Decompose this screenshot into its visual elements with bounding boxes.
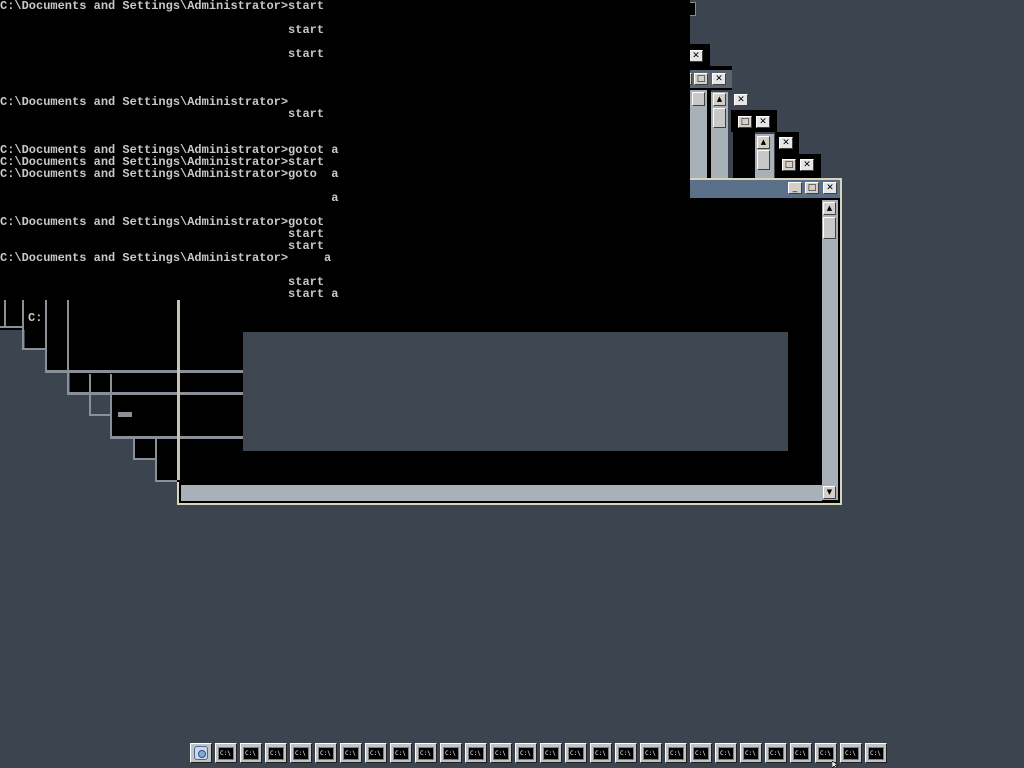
cmd-icon: C:\	[568, 746, 584, 760]
maximize-icon[interactable]: □	[694, 73, 708, 85]
scroll-up-arrow[interactable]: ▲	[757, 136, 770, 149]
scrollbar-thumb[interactable]	[757, 150, 770, 170]
taskbar-cmd-button[interactable]: C:\	[465, 743, 487, 763]
taskbar-cmd-button[interactable]: C:\	[315, 743, 337, 763]
taskbar-cmd-button[interactable]: C:\	[340, 743, 362, 763]
taskbar-cmd-button[interactable]: C:\	[615, 743, 637, 763]
taskbar-cmd-button[interactable]: C:\	[265, 743, 287, 763]
taskbar-cmd-button[interactable]: C:\	[540, 743, 562, 763]
taskbar-cmd-button[interactable]: C:\	[740, 743, 762, 763]
close-icon[interactable]: ✕	[734, 94, 748, 106]
cmd-icon: C:\	[243, 746, 259, 760]
console-line: start	[0, 47, 325, 61]
cmd-icon: C:\	[343, 746, 359, 760]
scroll-up-arrow[interactable]: ▲	[823, 202, 836, 215]
taskbar-cmd-button[interactable]: C:\	[690, 743, 712, 763]
scrollbar-thumb[interactable]	[692, 92, 705, 106]
taskbar-cmd-button[interactable]: C:\	[490, 743, 512, 763]
taskbar-cmd-button[interactable]: C:\	[715, 743, 737, 763]
console-line: C:\Documents and Settings\Administrator>…	[0, 0, 325, 13]
blank-dialog-remnant	[243, 332, 788, 451]
close-icon[interactable]: ✕	[756, 116, 770, 128]
start-icon	[194, 746, 208, 760]
console-line: a	[0, 191, 339, 205]
taskbar-cmd-button[interactable]: C:\	[365, 743, 387, 763]
cmd-icon: C:\	[593, 746, 609, 760]
taskbar-cmd-button[interactable]: C:\	[290, 743, 312, 763]
close-icon[interactable]: ✕	[689, 50, 703, 62]
cmd-icon: C:\	[468, 746, 484, 760]
cmd-icon: C:\	[843, 746, 859, 760]
taskbar-cmd-button[interactable]: C:\	[790, 743, 812, 763]
console-line: start	[0, 23, 325, 37]
cmd-icon: C:\	[493, 746, 509, 760]
scrollbar-thumb[interactable]	[713, 108, 726, 128]
cmd-icon: C:\	[793, 746, 809, 760]
close-icon[interactable]: ✕	[712, 73, 726, 85]
cmd-icon: C:\	[668, 746, 684, 760]
cmd-icon: C:\	[368, 746, 384, 760]
cmd-icon: C:\	[393, 746, 409, 760]
taskbar-cmd-button[interactable]: C:\	[665, 743, 687, 763]
scroll-down-arrow[interactable]: ▼	[823, 486, 836, 499]
cmd-icon: C:\	[718, 746, 734, 760]
start-button[interactable]	[190, 743, 212, 763]
mouse-cursor-icon	[832, 761, 839, 768]
cmd-icon: C:\	[768, 746, 784, 760]
close-icon[interactable]: ✕	[800, 159, 814, 171]
maximize-icon[interactable]: □	[805, 182, 819, 194]
taskbar-cmd-button[interactable]: C:\	[815, 743, 837, 763]
cmd-icon: C:\	[818, 746, 834, 760]
taskbar-cmd-button[interactable]: C:\	[840, 743, 862, 763]
minimize-icon[interactable]: _	[788, 182, 802, 194]
maximize-icon[interactable]: □	[782, 159, 796, 171]
taskbar-cmd-button[interactable]: C:\	[440, 743, 462, 763]
close-icon[interactable]: ✕	[823, 182, 837, 194]
scrollbar-thumb[interactable]	[823, 217, 836, 239]
cmd-icon: C:\	[743, 746, 759, 760]
taskbar-cmd-button[interactable]: C:\	[415, 743, 437, 763]
taskbar-cmd-button[interactable]: C:\	[865, 743, 887, 763]
console-line: C:\Documents and Settings\Administrator>…	[0, 251, 332, 265]
partial-prompt: C:	[28, 311, 43, 325]
taskbar-cmd-button[interactable]: C:\	[590, 743, 612, 763]
cmd-icon: C:\	[218, 746, 234, 760]
cmd-icon: C:\	[268, 746, 284, 760]
taskbar-cmd-button[interactable]: C:\	[390, 743, 412, 763]
close-icon[interactable]: ✕	[779, 137, 793, 149]
cmd-icon: C:\	[443, 746, 459, 760]
console-text: C:\Documents and Settings\Administrator>…	[0, 0, 690, 300]
maximize-icon[interactable]: □	[738, 116, 752, 128]
cmd-icon: C:\	[543, 746, 559, 760]
taskbar: C:\ C:\ C:\ C:\ C:\ C:\ C:\ C:\ C:\ C:\ C:\ C:\ C:\ C…	[190, 743, 887, 765]
cmd-icon: C:\	[418, 746, 434, 760]
taskbar-cmd-button[interactable]: C:\	[565, 743, 587, 763]
cmd-icon: C:\	[518, 746, 534, 760]
taskbar-cmd-button[interactable]: C:\	[215, 743, 237, 763]
cmd-icon: C:\	[643, 746, 659, 760]
cmd-icon: C:\	[868, 746, 884, 760]
console-line: C:\Documents and Settings\Administrator>…	[0, 167, 339, 181]
console-scrollbar[interactable]	[822, 200, 838, 500]
horizontal-scrollbar[interactable]	[181, 485, 822, 501]
scroll-up-arrow[interactable]: ▲	[713, 93, 726, 106]
cmd-icon: C:\	[293, 746, 309, 760]
taskbar-cmd-button[interactable]: C:\	[515, 743, 537, 763]
cmd-icon: C:\	[693, 746, 709, 760]
console-line: start	[0, 107, 325, 121]
taskbar-cmd-button[interactable]: C:\	[240, 743, 262, 763]
cmd-icon: C:\	[618, 746, 634, 760]
cmd-icon: C:\	[318, 746, 334, 760]
taskbar-cmd-button[interactable]: C:\	[640, 743, 662, 763]
taskbar-cmd-button[interactable]: C:\	[765, 743, 787, 763]
